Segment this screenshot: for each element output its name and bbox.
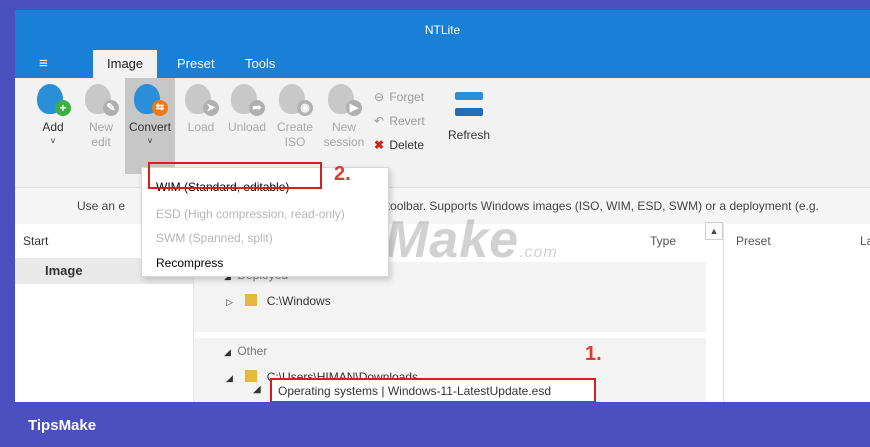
folder-icon [245, 294, 258, 306]
menu-bar: ≡ Image Preset Tools [15, 50, 870, 78]
revert-label: Revert [389, 114, 425, 128]
os-file-highlight[interactable]: Operating systems | Windows-11-LatestUpd… [270, 378, 596, 403]
create-iso-label-1: Create [276, 120, 314, 134]
scroll-up-arrow[interactable]: ▲ [705, 222, 723, 240]
chevron-down-icon: ˅ [50, 136, 56, 146]
c-windows-label: C:\Windows [266, 294, 331, 308]
refresh-icon [449, 86, 489, 122]
hamburger-menu-icon[interactable]: ≡ [39, 50, 48, 78]
footer-bar: TipsMake [0, 402, 870, 447]
ntlite-window: NTLite ≡ Image Preset Tools + Add ˅ ✎ Ne… [15, 10, 870, 402]
create-iso-label-2: ISO [284, 135, 306, 149]
delete-button[interactable]: ✖ Delete [372, 134, 424, 156]
create-iso-icon: ◉ [279, 84, 313, 116]
window-title: NTLite [15, 10, 870, 50]
column-last-header[interactable]: Las [860, 234, 870, 248]
info-text-left: Use an e [77, 199, 126, 213]
folder-icon [245, 370, 258, 382]
refresh-button[interactable]: Refresh [443, 78, 495, 142]
page-frame: NTLite ≡ Image Preset Tools + Add ˅ ✎ Ne… [0, 0, 870, 447]
group-header-other[interactable]: ◢ Other [224, 344, 267, 358]
new-session-button[interactable]: ▶ New session [321, 78, 367, 150]
convert-disc-icon: ⇆ [134, 84, 168, 116]
tab-tools[interactable]: Tools [231, 50, 289, 78]
watermark-suffix: .com [519, 244, 558, 261]
forget-label: Forget [389, 90, 425, 104]
collapse-triangle-icon: ◢ [224, 347, 231, 357]
new-edit-button[interactable]: ✎ New edit [81, 78, 121, 150]
undo-icon: ↶ [373, 114, 385, 128]
footer-brand: TipsMake [28, 417, 97, 434]
expand-triangle-icon: ▷ [226, 297, 233, 307]
add-disc-icon: + [37, 84, 71, 116]
new-session-label-1: New [331, 120, 356, 134]
forget-button[interactable]: ⊖ Forget [372, 86, 424, 108]
load-icon: ➤ [185, 84, 219, 116]
menu-item-esd[interactable]: ESD (High compression, read-only) [156, 207, 345, 221]
unload-label: Unload [227, 120, 267, 134]
preset-panel: Preset Las [723, 224, 870, 402]
column-preset-header[interactable]: Preset [736, 234, 771, 248]
other-label: Other [237, 344, 268, 358]
convert-button[interactable]: ⇆ Convert ˅ [125, 78, 175, 174]
expand-triangle-icon: ◢ [253, 384, 261, 395]
new-edit-icon: ✎ [85, 84, 119, 116]
refresh-label: Refresh [447, 128, 491, 142]
tab-image[interactable]: Image [93, 50, 158, 78]
convert-label: Convert [128, 120, 172, 134]
new-session-label-2: session [323, 135, 365, 149]
delete-label: Delete [389, 138, 425, 152]
collapse-triangle-icon: ◢ [226, 373, 233, 383]
new-session-icon: ▶ [328, 84, 362, 116]
menu-item-recompress[interactable]: Recompress [156, 256, 223, 270]
unload-icon: ➦ [231, 84, 265, 116]
add-button[interactable]: + Add ˅ [33, 78, 73, 147]
start-header: Start [23, 234, 49, 248]
wim-highlight-box [148, 162, 322, 189]
unload-button[interactable]: ➦ Unload [225, 78, 269, 135]
add-label: Add [42, 120, 64, 134]
load-label: Load [187, 120, 215, 134]
chevron-down-icon: ˅ [147, 136, 153, 146]
new-edit-label-2: edit [91, 135, 111, 149]
column-type-header[interactable]: Type [650, 234, 676, 248]
step-1-annotation: 1. [585, 343, 602, 365]
load-button[interactable]: ➤ Load [181, 78, 221, 135]
tab-preset[interactable]: Preset [163, 50, 229, 78]
create-iso-button[interactable]: ◉ Create ISO [275, 78, 315, 150]
revert-button[interactable]: ↶ Revert [372, 110, 425, 132]
tree-item-c-windows[interactable]: ▷ C:\Windows [226, 294, 331, 308]
step-2-annotation: 2. [334, 163, 351, 185]
nav-item-image-label: Image [45, 263, 83, 278]
new-edit-label-1: New [88, 120, 113, 134]
minus-circle-icon: ⊖ [373, 90, 385, 104]
os-file-label: Operating systems | Windows-11-LatestUpd… [278, 384, 552, 398]
delete-x-icon: ✖ [373, 138, 385, 152]
menu-item-swm[interactable]: SWM (Spanned, split) [156, 231, 273, 245]
